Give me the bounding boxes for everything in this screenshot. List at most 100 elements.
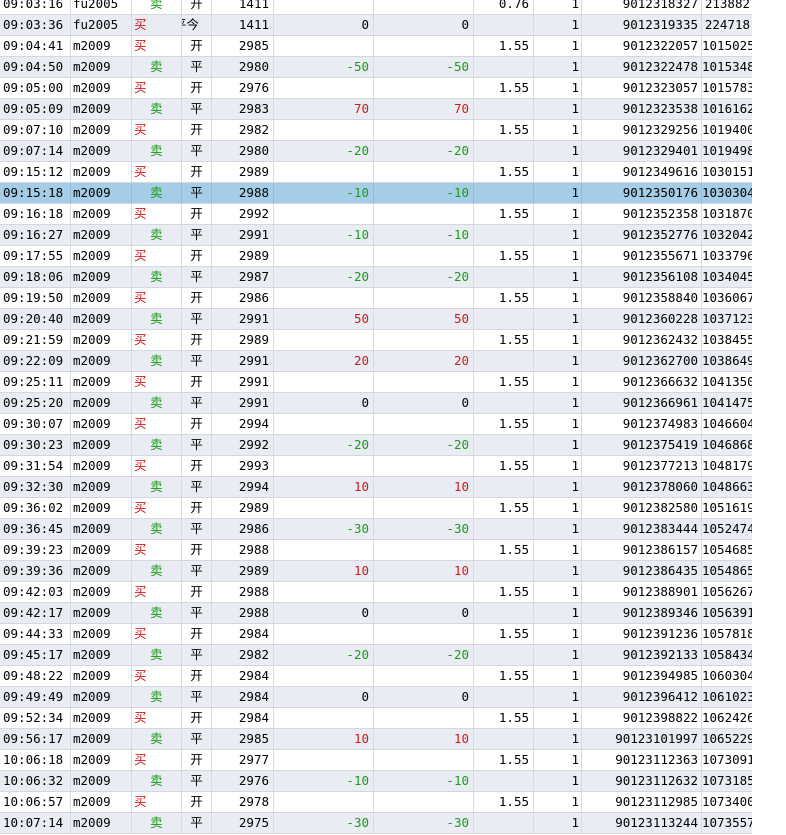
close-profit-by-date-cell: 10 [374, 561, 474, 581]
table-row[interactable]: 09:30:23 m2009 卖平 2992 -20 -20 1 9012375419 1046… [0, 435, 762, 456]
volume-cell: 1 [534, 729, 582, 749]
open-close-cell: 开 [182, 666, 212, 686]
commission-cell: 1.55 [474, 456, 534, 476]
table-row[interactable]: 09:04:50 m2009 卖平 2980 -50 -50 1 9012322478 1015… [0, 57, 762, 78]
volume-cell: 1 [534, 435, 582, 455]
trade-time-cell: 09:07:14 [0, 141, 71, 161]
table-row[interactable]: 09:03:16 fu2005 卖 开 1411 0.76 1 9012318327 21388… [0, 0, 752, 15]
table-row[interactable]: 10:06:18 m2009 买 开 2977 1.55 1 90123112363 10730… [0, 750, 762, 771]
table-row[interactable]: 09:17:55 m2009 买 开 2989 1.55 1 9012355671 103379… [0, 246, 762, 267]
trade-time-cell: 09:16:27 [0, 225, 71, 245]
commission-cell [474, 603, 534, 623]
open-close-cell: 平 [182, 435, 212, 455]
open-close-label: 开 [190, 0, 203, 11]
open-close-cell: 开 [182, 792, 212, 812]
trade-time-cell: 10:06:18 [0, 750, 71, 770]
table-row[interactable]: 09:25:20 m2009 卖平 2991 0 0 1 9012366961 10414757 [0, 393, 762, 414]
close-profit-by-date-cell: -10 [374, 771, 474, 791]
table-row[interactable]: 09:04:41 m2009 买 开 2985 1.55 1 9012322057 101502… [0, 36, 762, 57]
table-row[interactable]: 09:44:33 m2009 买 开 2984 1.55 1 9012391236 105781… [0, 624, 762, 645]
table-row[interactable]: 09:42:03 m2009 买 开 2988 1.55 1 9012388901 105626… [0, 582, 762, 603]
direction-cell: 买 [132, 414, 182, 434]
table-row[interactable]: 09:16:18 m2009 买 开 2992 1.55 1 9012352358 103187… [0, 204, 762, 225]
table-row[interactable]: 09:07:14 m2009 卖平 2980 -20 -20 1 9012329401 1019… [0, 141, 762, 162]
table-row[interactable]: 09:39:36 m2009 卖平 2989 10 10 1 9012386435 105486… [0, 561, 762, 582]
table-row[interactable]: 09:22:09 m2009 卖平 2991 20 20 1 9012362700 103864… [0, 351, 762, 372]
table-row[interactable]: 09:42:17 m2009 卖平 2988 0 0 1 9012389346 10563919 [0, 603, 762, 624]
close-profit-by-date-cell [374, 162, 474, 182]
trade-id-cell: 10584342 [702, 647, 763, 662]
order-id-cell: 9012322057 [582, 36, 702, 56]
table-row[interactable]: 09:16:27 m2009 卖平 2991 -10 -10 1 9012352776 1032… [0, 225, 762, 246]
open-close-label: 开 [190, 164, 203, 179]
table-row[interactable]: 09:36:45 m2009 卖平 2986 -30 -30 1 9012383444 1052… [0, 519, 762, 540]
table-row[interactable]: 09:15:12 m2009 买 开 2989 1.55 1 9012349616 103015… [0, 162, 762, 183]
direction-cell: 卖 [132, 225, 182, 245]
open-close-cell: 开 [182, 288, 212, 308]
table-row[interactable]: 09:32:30 m2009 卖平 2994 10 10 1 9012378060 104866… [0, 477, 763, 498]
close-profit-cell [274, 330, 374, 350]
table-row[interactable]: 09:19:50 m2009 买 开 2986 1.55 1 9012358840 103606… [0, 288, 762, 309]
direction-label: 买 [134, 374, 147, 389]
direction-label: 买 [134, 542, 147, 557]
table-row[interactable]: 09:36:02 m2009 买 开 2989 1.55 1 9012382580 105161… [0, 498, 762, 519]
table-row[interactable]: 09:30:07 m2009 买 开 2994 1.55 1 9012374983 104660… [0, 414, 762, 435]
table-row[interactable]: 10:07:14 m2009 卖平 2975 -30 -30 1 90123113244 107… [0, 813, 762, 834]
table-row[interactable]: 09:39:23 m2009 买 开 2988 1.55 1 9012386157 105468… [0, 540, 762, 561]
table-row[interactable]: 09:56:17 m2009 卖平 2985 10 10 1 90123101997 10652… [0, 729, 763, 750]
trade-time-cell: 09:49:49 [0, 687, 71, 707]
trade-time-cell: 09:32:30 [0, 477, 71, 497]
table-row[interactable]: 09:25:11 m2009 买 开 2991 1.55 1 9012366632 104135… [0, 372, 762, 393]
close-profit-cell [274, 36, 374, 56]
table-row[interactable]: 09:49:49 m2009 卖平 2984 0 0 1 9012396412 10610231 [0, 687, 762, 708]
table-row[interactable]: 09:45:17 m2009 卖平 2982 -20 -20 1 9012392133 1058… [0, 645, 763, 666]
direction-label: 卖 [150, 647, 163, 662]
table-row[interactable]: 09:18:06 m2009 卖平 2987 -20 -20 1 9012356108 1034… [0, 267, 762, 288]
table-row[interactable]: 09:21:59 m2009 买 开 2989 1.55 1 9012362432 103845… [0, 330, 762, 351]
close-profit-by-date-cell [374, 456, 474, 476]
open-close-cell: 开 [182, 246, 212, 266]
trade-time-cell: 09:15:18 [0, 183, 71, 203]
direction-cell: 买 [132, 498, 182, 518]
volume-cell: 1 [534, 267, 582, 287]
close-profit-cell [274, 624, 374, 644]
trade-id-cell: 10734006 [702, 794, 763, 809]
commission-cell [474, 771, 534, 791]
close-profit-cell [274, 792, 374, 812]
direction-cell: 买 [132, 162, 182, 182]
contract-code-cell: m2009 [71, 729, 132, 749]
table-row-selected[interactable]: 09:15:18 m2009 卖平 2988 -10 -10 1 9012350176 1030… [0, 183, 762, 204]
open-close-cell: 平 [182, 183, 212, 203]
table-row[interactable]: 09:31:54 m2009 买 开 2993 1.55 1 9012377213 104817… [0, 456, 762, 477]
contract-code-cell: m2009 [71, 162, 132, 182]
open-close-cell: 开 [182, 162, 212, 182]
close-profit-by-date-cell [374, 498, 474, 518]
trade-id-cell: 10486632 [702, 479, 763, 494]
close-profit-cell [274, 540, 374, 560]
direction-cell: 卖 [132, 267, 182, 287]
open-close-label: 开 [190, 542, 203, 557]
table-row[interactable]: 10:06:57 m2009 买 开 2978 1.55 1 90123112985 10734… [0, 792, 763, 813]
trade-id-cell: 10652295 [702, 731, 763, 746]
table-row[interactable]: 09:05:09 m2009 卖平 2983 70 70 1 9012323538 101616… [0, 99, 762, 120]
close-profit-cell: 10 [274, 729, 374, 749]
open-close-label: 平 [190, 353, 203, 368]
order-id-cell: 9012362432 [582, 330, 702, 350]
direction-label: 卖 [150, 773, 163, 788]
commission-cell: 1.55 [474, 414, 534, 434]
contract-code-cell: m2009 [71, 561, 132, 581]
trade-time-cell: 09:30:23 [0, 435, 71, 455]
price-cell: 2991 [212, 309, 274, 329]
table-row[interactable]: 10:06:32 m2009 卖平 2976 -10 -10 1 90123112632 107… [0, 771, 762, 792]
table-row[interactable]: 09:48:22 m2009 买 开 2984 1.55 1 9012394985 106030… [0, 666, 762, 687]
order-id-cell: 9012329256 [582, 120, 702, 140]
table-row[interactable]: 09:03:36fu2005买平今14110019012319335224718 [0, 15, 752, 36]
open-close-cell: 平 [182, 771, 212, 791]
commission-cell [474, 267, 534, 287]
table-row[interactable]: 09:07:10 m2009 买 开 2982 1.55 1 9012329256 101940… [0, 120, 762, 141]
open-close-label: 开 [190, 374, 203, 389]
table-row[interactable]: 09:05:00 m2009 买 开 2976 1.55 1 9012323057 101578… [0, 78, 762, 99]
table-row[interactable]: 09:20:40 m2009 卖平 2991 50 50 1 9012360228 103712… [0, 309, 762, 330]
price-cell: 2994 [212, 477, 274, 497]
table-row[interactable]: 09:52:34 m2009 买 开 2984 1.55 1 9012398822 106242… [0, 708, 762, 729]
